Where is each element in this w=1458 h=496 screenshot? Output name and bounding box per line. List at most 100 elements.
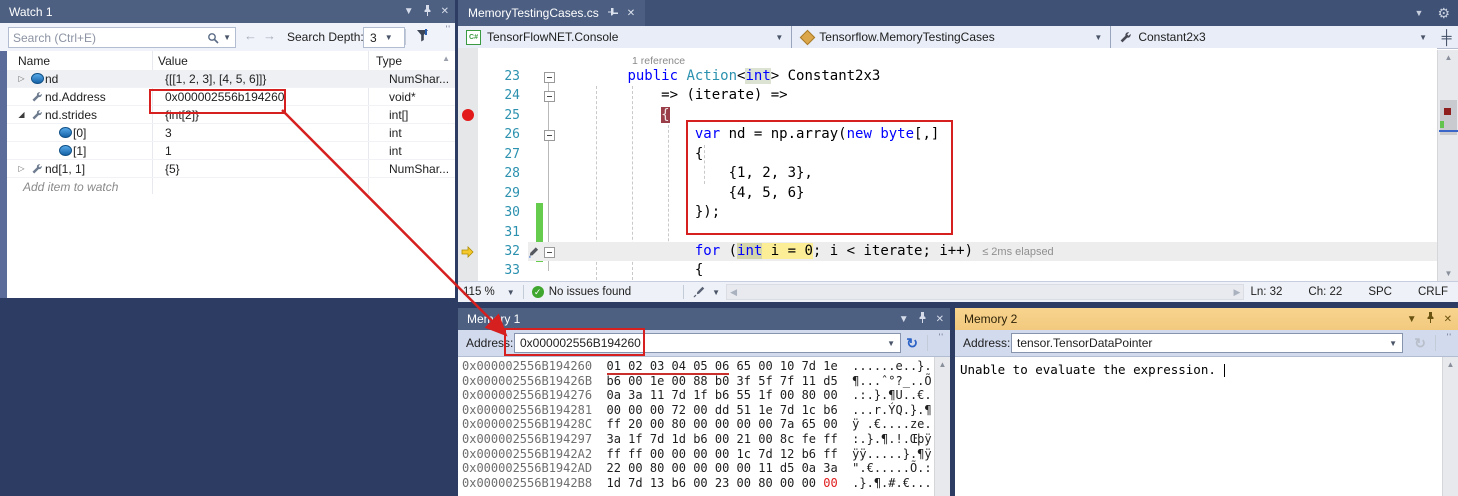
search-back-icon[interactable]: ←: [244, 28, 257, 43]
close-icon[interactable]: ✕: [627, 8, 635, 19]
collapse-region-icon[interactable]: [544, 91, 555, 102]
watch-row-value[interactable]: 1: [159, 144, 381, 158]
code-line[interactable]: 33 {: [458, 261, 1437, 280]
split-window-icon[interactable]: ╪: [1435, 26, 1458, 48]
pin-icon[interactable]: [918, 312, 927, 326]
search-forward-icon[interactable]: →: [263, 28, 276, 43]
column-header-type[interactable]: Type: [368, 54, 402, 68]
status-column-number[interactable]: Ch: 22: [1308, 286, 1342, 298]
watch-row-type: void*: [381, 90, 455, 104]
scroll-up-icon[interactable]: ▲: [935, 360, 950, 369]
scroll-up-icon[interactable]: ▲: [442, 54, 450, 63]
memory2-content[interactable]: Unable to evaluate the expression. ▲: [955, 357, 1458, 496]
toolbar-overflow-icon[interactable]: '': [939, 332, 944, 342]
code-line[interactable]: 25 {: [458, 106, 1437, 125]
zoom-dropdown-icon[interactable]: ▼: [507, 288, 515, 297]
search-input[interactable]: [9, 31, 207, 45]
status-spaces-mode[interactable]: SPC: [1368, 286, 1392, 298]
column-header-value[interactable]: Value: [152, 54, 368, 68]
pin-icon[interactable]: [608, 7, 618, 20]
address-dropdown-icon[interactable]: ▼: [887, 339, 895, 348]
collapse-region-icon[interactable]: [544, 130, 555, 141]
codelens-references[interactable]: 1 reference: [458, 53, 1437, 67]
code-line[interactable]: 27 {: [458, 145, 1437, 164]
line-number: 26: [458, 125, 528, 144]
caret-position-marker: [1439, 130, 1458, 132]
status-line-ending[interactable]: CRLF: [1418, 286, 1448, 298]
expander-icon[interactable]: ▷: [14, 164, 29, 173]
editor-vertical-scrollbar[interactable]: ▲ ▼: [1437, 50, 1458, 281]
scroll-up-icon[interactable]: ▲: [1438, 53, 1458, 62]
code-line[interactable]: 32 for (int i = 0; i < iterate; i++) ≤ 2…: [458, 242, 1437, 261]
window-position-menu-icon[interactable]: ▼: [1407, 314, 1417, 325]
document-tab[interactable]: MemoryTestingCases.cs ✕: [458, 0, 645, 26]
watch-row-name-cell: ▷nd[1, 1]: [7, 162, 159, 176]
address-dropdown-icon[interactable]: ▼: [1389, 339, 1397, 348]
expander-icon[interactable]: ▷: [14, 74, 29, 83]
watch-row-value[interactable]: 3: [159, 126, 381, 140]
watch-row-value[interactable]: {5}: [159, 162, 381, 176]
watch-row[interactable]: ◢nd.strides{int[2]}int[]: [7, 106, 455, 124]
code-cleanup-icon[interactable]: [692, 285, 706, 299]
watch-row[interactable]: [1]1int: [7, 142, 455, 160]
code-line[interactable]: 28 {1, 2, 3},: [458, 164, 1437, 183]
watch-row-value[interactable]: 0x000002556b194260: [159, 90, 381, 104]
code-line[interactable]: 30 });: [458, 203, 1437, 222]
close-icon[interactable]: ✕: [1444, 314, 1452, 325]
address-input[interactable]: tensor.TensorDataPointer ▼: [1011, 333, 1403, 353]
scroll-right-icon[interactable]: ▶: [1234, 287, 1241, 298]
search-depth-dropdown[interactable]: 3 ▼: [363, 27, 405, 48]
add-watch-row[interactable]: Add item to watch: [7, 178, 455, 195]
search-icon[interactable]: [207, 32, 219, 44]
memory1-scrollbar[interactable]: ▲: [934, 357, 950, 496]
refresh-icon[interactable]: ↻: [906, 335, 918, 352]
expander-icon[interactable]: ◢: [14, 110, 29, 119]
watch-row[interactable]: nd.Address0x000002556b194260void*: [7, 88, 455, 106]
issues-status-icon[interactable]: ✓: [532, 286, 544, 298]
collapse-region-icon[interactable]: [544, 72, 555, 83]
type-dropdown[interactable]: Tensorflow.MemoryTestingCases ▼: [792, 26, 1111, 48]
memory2-scrollbar[interactable]: ▲: [1442, 357, 1458, 496]
tab-list-dropdown-icon[interactable]: ▼: [1415, 8, 1424, 18]
column-header-name[interactable]: Name: [7, 54, 152, 68]
memory1-content[interactable]: 0x000002556B194260 01 02 03 04 05 06 65 …: [458, 357, 950, 496]
search-options-dropdown-icon[interactable]: ▼: [223, 33, 231, 42]
address-input[interactable]: 0x000002556B194260 ▼: [514, 333, 901, 353]
watch-row-label: [0]: [73, 126, 86, 140]
watch-row[interactable]: ▷nd{[[1, 2, 3], [4, 5, 6]]}NumShar...: [7, 70, 455, 88]
toolbar-overflow-icon[interactable]: '': [446, 24, 451, 34]
scroll-left-icon[interactable]: ◀: [730, 287, 737, 298]
gear-icon[interactable]: ⚙: [1437, 5, 1450, 22]
scroll-up-icon[interactable]: ▲: [1443, 360, 1458, 369]
code-line[interactable]: 23 public Action<int> Constant2x3: [458, 67, 1437, 86]
pin-icon[interactable]: [423, 5, 432, 19]
status-line-number[interactable]: Ln: 32: [1250, 286, 1282, 298]
code-line[interactable]: 29 {4, 5, 6}: [458, 184, 1437, 203]
scroll-down-icon[interactable]: ▼: [1438, 269, 1458, 278]
project-dropdown[interactable]: C# TensorFlowNET.Console ▼: [458, 26, 792, 48]
watch-row[interactable]: [0]3int: [7, 124, 455, 142]
close-icon[interactable]: ✕: [936, 314, 944, 325]
code-editor[interactable]: 1 reference23 public Action<int> Constan…: [458, 48, 1437, 281]
filter-icon[interactable]: [415, 28, 430, 46]
issues-status-text[interactable]: No issues found: [549, 286, 631, 298]
collapse-region-icon[interactable]: [544, 247, 555, 258]
watch-row-value[interactable]: {int[2]}: [159, 108, 381, 122]
horizontal-scrollbar[interactable]: ◀ ▶: [726, 284, 1244, 300]
code-cleanup-dropdown-icon[interactable]: ▼: [712, 288, 720, 297]
memory-address: 0x000002556B194260: [462, 359, 592, 373]
window-position-menu-icon[interactable]: ▼: [899, 314, 909, 325]
toolbar-overflow-icon[interactable]: '': [1447, 332, 1452, 342]
code-line[interactable]: 26 var nd = np.array(new byte[,]: [458, 125, 1437, 144]
code-line[interactable]: 24 => (iterate) =>: [458, 86, 1437, 105]
watch-row-value[interactable]: {[[1, 2, 3], [4, 5, 6]]}: [159, 72, 381, 86]
code-line[interactable]: 31: [458, 223, 1437, 242]
window-position-menu-icon[interactable]: ▼: [404, 6, 414, 17]
close-icon[interactable]: ✕: [441, 6, 449, 17]
member-dropdown[interactable]: Constant2x3 ▼: [1111, 26, 1435, 48]
search-box[interactable]: ▼: [8, 27, 236, 48]
pin-icon[interactable]: [1426, 312, 1435, 326]
memory-row: 0x000002556B19428C ff 20 00 80 00 00 00 …: [462, 417, 932, 432]
zoom-level[interactable]: 115 %: [463, 286, 495, 298]
watch-row[interactable]: ▷nd[1, 1]{5}NumShar...: [7, 160, 455, 178]
